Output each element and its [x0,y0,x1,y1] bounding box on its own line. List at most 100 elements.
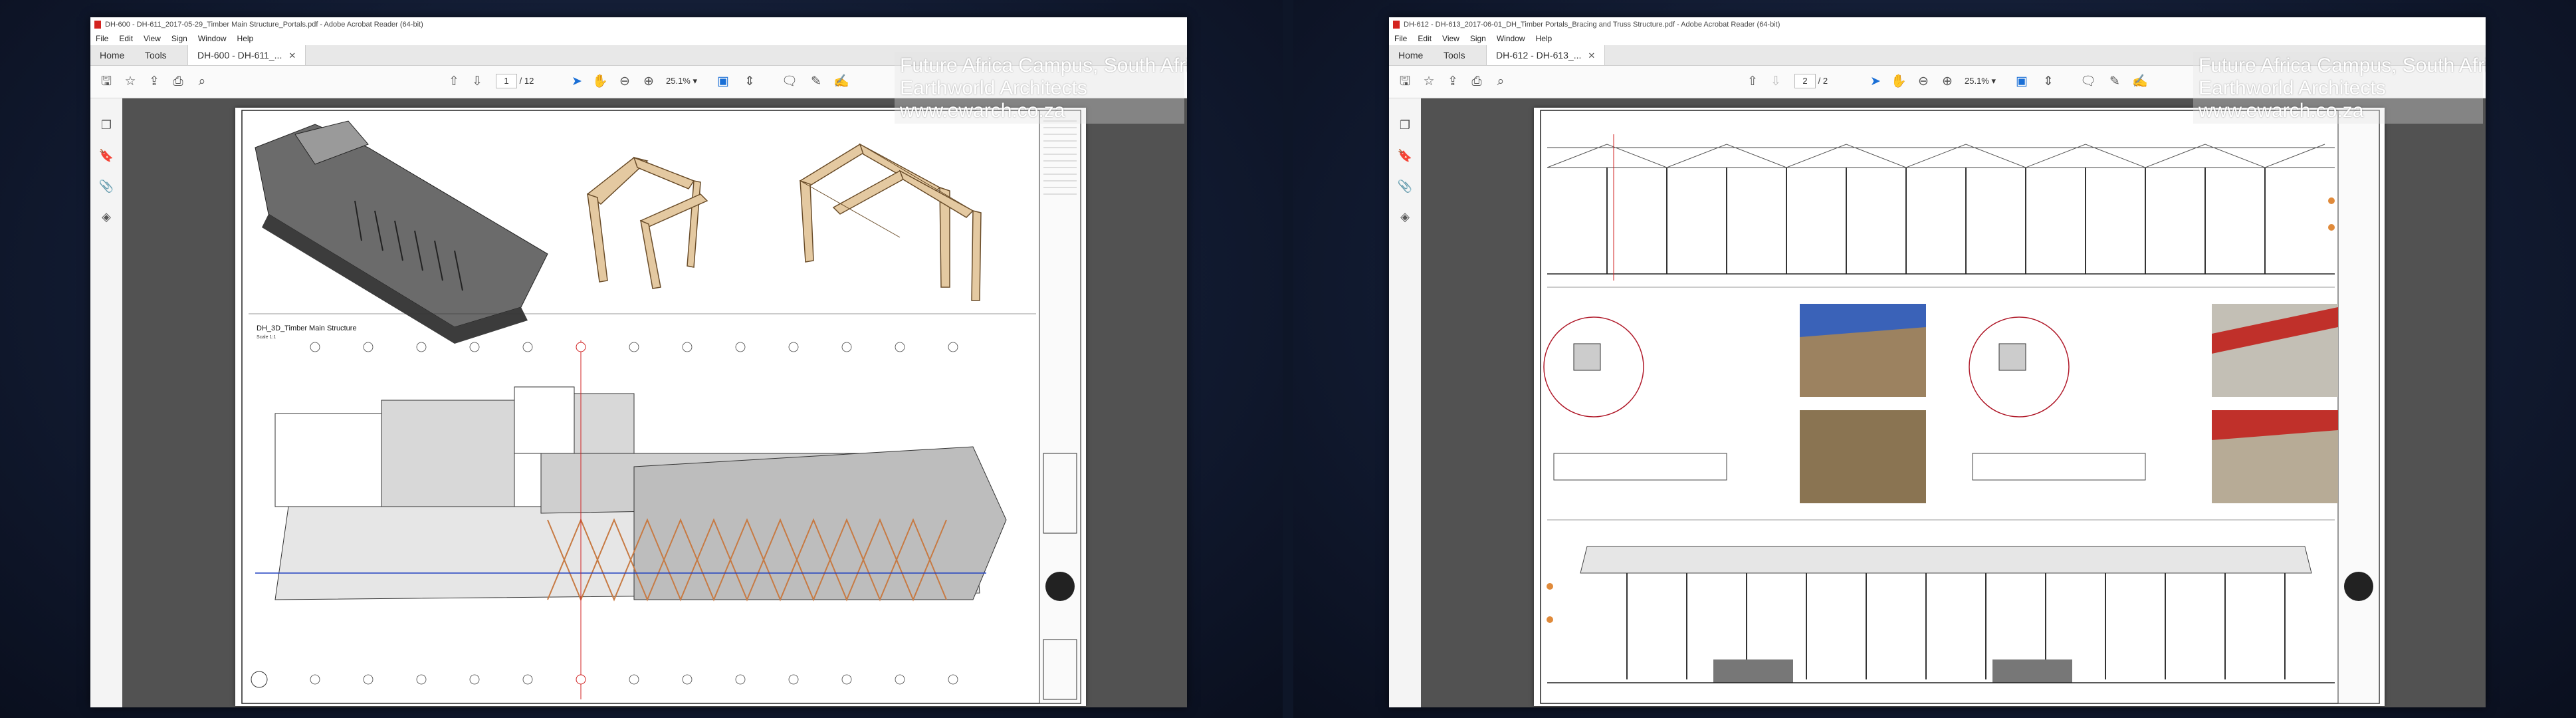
watermark-overlay: Future Africa Campus, South Africa Earth… [895,52,1187,124]
acrobat-app-icon [1393,21,1400,29]
document-area: DH_3D_Timber Main Structure Scale 1:1 [122,98,1187,707]
bookmark-icon[interactable]: 🔖 [98,148,114,164]
document-area [1421,98,2486,707]
window-title: DH-600 - DH-611_2017-05-29_Timber Main S… [105,21,423,29]
tab-document-label: DH-600 - DH-611_... [197,50,282,60]
zoom-out-icon[interactable]: ⊖ [1915,74,1931,90]
tab-tools[interactable]: Tools [136,45,176,65]
tab-document-label: DH-612 - DH-613_... [1496,50,1582,60]
tab-home-label: Home [1398,50,1424,60]
attachment-icon[interactable]: 📎 [1397,178,1413,194]
thumbnails-icon[interactable]: ❐ [1397,117,1413,133]
save-icon[interactable]: 🖫 [1397,74,1413,90]
tab-home[interactable]: Home [1389,45,1432,65]
close-tab-icon[interactable]: ✕ [1588,51,1595,60]
menu-sign[interactable]: Sign [1465,32,1491,45]
pen-icon[interactable]: ✎ [2107,74,2123,90]
star-icon[interactable]: ☆ [1421,74,1437,90]
drawing-title: DH_3D_Timber Main Structure [257,324,357,332]
arrow-down-icon[interactable]: ⇩ [1768,74,1784,90]
watermark-overlay: Future Africa Campus, South Africa Earth… [2193,52,2486,124]
watermark-line-2: Earthworld Architects [900,77,1087,99]
page-number-input[interactable]: 1 [496,74,517,88]
tab-home-label: Home [100,50,125,60]
left-tool-pane: ❐ 🔖 📎 ◈ [90,98,123,707]
menu-window[interactable]: Window [1491,32,1531,45]
save-icon[interactable]: 🖫 [98,74,114,90]
hand-icon[interactable]: ✋ [1891,74,1907,90]
hand-icon[interactable]: ✋ [592,74,608,90]
menu-file[interactable]: File [1389,32,1412,45]
layers-icon[interactable]: ◈ [1397,209,1413,225]
cursor-icon[interactable]: ➤ [569,74,585,90]
arrow-down-icon[interactable]: ⇩ [469,74,485,90]
window-titlebar: DH-600 - DH-611_2017-05-29_Timber Main S… [90,17,1187,32]
page-navigator: 1 / 12 [496,74,534,88]
watermark-line-2: Earthworld Architects [2199,77,2386,99]
window-title: DH-612 - DH-613_2017-06-01_DH_Timber Por… [1404,21,1780,29]
star-icon[interactable]: ☆ [122,74,138,90]
watermark-line-3: www.ewarch.co.za [900,100,1065,122]
page-total: / 12 [519,76,534,86]
page-total: / 2 [1818,76,1828,86]
bookmark-icon[interactable]: 🔖 [1397,148,1413,164]
upload-icon[interactable]: ⇪ [1445,74,1461,90]
menu-window[interactable]: Window [193,32,232,45]
sign-icon[interactable]: ✍ [833,74,849,90]
zoom-out-icon[interactable]: ⊖ [617,74,633,90]
pdf-page: DH_3D_Timber Main Structure Scale 1:1 [235,108,1086,706]
zoom-level[interactable]: 25.1% ▾ [666,74,697,88]
drawing-sheet: DH_3D_Timber Main Structure Scale 1:1 [241,110,1081,704]
sign-icon[interactable]: ✍ [2132,74,2148,90]
tab-document[interactable]: DH-612 - DH-613_... ✕ [1486,45,1606,65]
cursor-icon[interactable]: ➤ [1868,74,1883,90]
acrobat-window-2: DH-612 - DH-613_2017-06-01_DH_Timber Por… [1389,17,2486,707]
comment-icon[interactable]: 🗨 [2080,74,2096,90]
menu-view[interactable]: View [1437,32,1465,45]
tab-tools[interactable]: Tools [1434,45,1475,65]
search-icon[interactable]: ⌕ [194,74,210,90]
zoom-value: 25.1% [666,76,691,86]
menu-help[interactable]: Help [1531,32,1558,45]
tab-tools-label: Tools [1444,50,1465,60]
menu-edit[interactable]: Edit [114,32,138,45]
menu-help[interactable]: Help [232,32,259,45]
menu-sign[interactable]: Sign [166,32,193,45]
zoom-in-icon[interactable]: ⊕ [1939,74,1955,90]
comment-icon[interactable]: 🗨 [782,74,798,90]
tab-document[interactable]: DH-600 - DH-611_... ✕ [187,45,306,65]
search-icon[interactable]: ⌕ [1493,74,1509,90]
layers-icon[interactable]: ◈ [98,209,114,225]
menu-view[interactable]: View [138,32,166,45]
zoom-level[interactable]: 25.1% ▾ [1965,74,1996,88]
fit-page-icon[interactable]: ▣ [715,74,731,90]
pen-icon[interactable]: ✎ [808,74,824,90]
tab-home[interactable]: Home [90,45,134,65]
close-tab-icon[interactable]: ✕ [288,51,296,60]
watermark-line-3: www.ewarch.co.za [2199,100,2364,122]
fit-page-icon[interactable]: ▣ [2014,74,2030,90]
watermark-line-1: Future Africa Campus, South Africa [2199,55,2486,76]
menu-edit[interactable]: Edit [1412,32,1437,45]
menu-file[interactable]: File [90,32,114,45]
arrow-up-icon[interactable]: ⇧ [1745,74,1761,90]
print-icon[interactable]: ⎙ [1469,74,1485,90]
thumbnails-icon[interactable]: ❐ [98,117,114,133]
pdf-page [1534,108,2385,706]
tab-tools-label: Tools [145,50,167,60]
zoom-in-icon[interactable]: ⊕ [641,74,657,90]
scroll-mode-icon[interactable]: ⇕ [742,74,758,90]
attachment-icon[interactable]: 📎 [98,178,114,194]
drawing-sheet [1540,110,2380,704]
drawing-subtitle: Scale 1:1 [257,335,276,340]
scroll-mode-icon[interactable]: ⇕ [2040,74,2056,90]
acrobat-window-1: DH-600 - DH-611_2017-05-29_Timber Main S… [90,17,1187,707]
menu-bar: File Edit View Sign Window Help [90,32,1187,45]
arrow-up-icon[interactable]: ⇧ [446,74,462,90]
watermark-line-1: Future Africa Campus, South Africa [900,55,1187,76]
zoom-value: 25.1% [1965,76,1989,86]
page-navigator: 2 / 2 [1794,74,1828,88]
upload-icon[interactable]: ⇪ [146,74,162,90]
page-number-input[interactable]: 2 [1794,74,1816,88]
print-icon[interactable]: ⎙ [170,74,186,90]
